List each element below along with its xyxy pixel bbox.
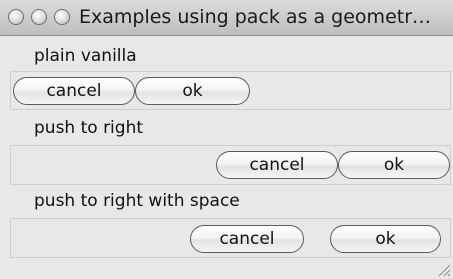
cancel-button[interactable]: cancel [216, 151, 338, 179]
section-label-plain-vanilla: plain vanilla [34, 46, 137, 66]
close-icon[interactable] [8, 9, 24, 25]
frame-plain-vanilla: cancel ok [10, 71, 451, 110]
frame-push-to-right: cancel ok [10, 145, 451, 185]
frame-push-to-right-with-space: cancel ok [10, 218, 451, 258]
ok-button[interactable]: ok [338, 151, 450, 179]
section-label-push-to-right: push to right [34, 118, 144, 138]
zoom-icon[interactable] [54, 9, 70, 25]
app-window: Examples using pack as a geometr… plain … [0, 0, 453, 279]
window-title: Examples using pack as a geometr… [79, 6, 432, 28]
cancel-button[interactable]: cancel [13, 77, 135, 105]
title-bar[interactable]: Examples using pack as a geometr… [0, 0, 453, 36]
cancel-button[interactable]: cancel [190, 225, 304, 253]
resize-grip-icon[interactable] [437, 263, 451, 277]
minimize-icon[interactable] [31, 9, 47, 25]
section-label-push-to-right-with-space: push to right with space [34, 191, 240, 211]
ok-button[interactable]: ok [135, 77, 250, 105]
ok-button[interactable]: ok [330, 225, 441, 253]
